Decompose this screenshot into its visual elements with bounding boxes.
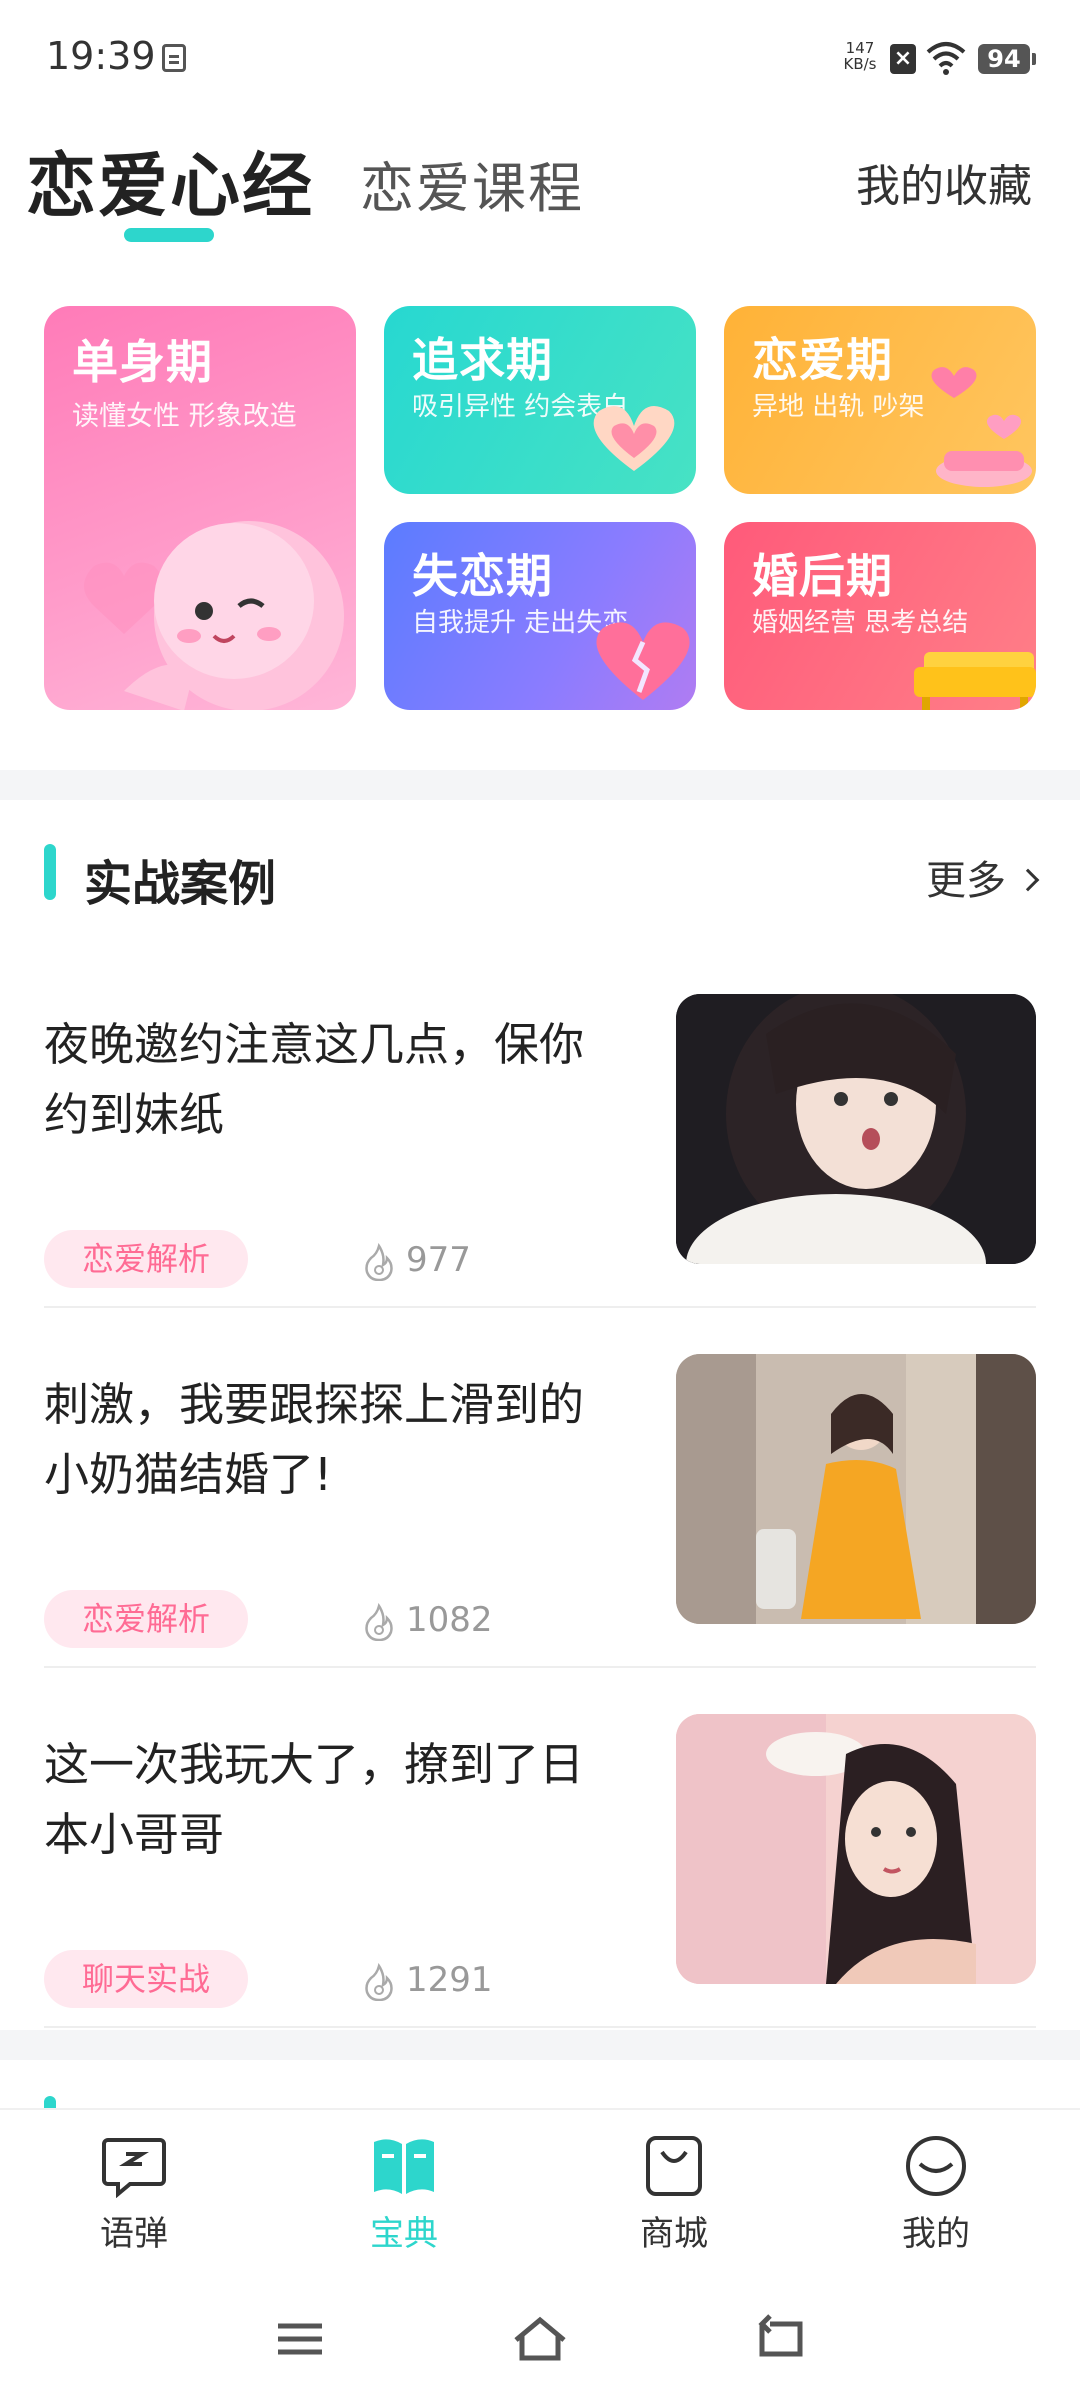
network-speed-unit: KB/s (843, 55, 877, 73)
article-item[interactable]: 夜晚邀约注意这几点，保你约到妹纸 恋爱解析 977 (44, 994, 1036, 1310)
article-separator (44, 1306, 1036, 1308)
battery-indicator: 94 (978, 44, 1036, 74)
article-thumbnail[interactable] (676, 1354, 1036, 1624)
nav-item-me[interactable]: 我的 (846, 2134, 1026, 2255)
section-divider (0, 2030, 1080, 2060)
stage-card-breakup[interactable]: 失恋期 自我提升 走出失恋 (384, 522, 696, 710)
article-tag[interactable]: 恋爱解析 (44, 1230, 249, 1288)
winking-mascot-icon (84, 521, 344, 710)
article-separator (44, 1666, 1036, 1668)
smiley-face-icon (906, 2136, 966, 2196)
article-title: 夜晚邀约注意这几点，保你约到妹纸 (44, 1018, 585, 1141)
header: 恋爱心经 恋爱课程 我的收藏 (0, 120, 1080, 250)
girl-portrait-image (676, 994, 1036, 1264)
stage-card-title: 追求期 (412, 333, 553, 387)
stage-card-subtitle: 异地 出轨 吵架 (752, 392, 925, 422)
article-views-count: 1082 (406, 1600, 493, 1640)
more-label: 更多 (926, 858, 1006, 904)
stage-card-single[interactable]: 单身期 读懂女性 形象改造 (44, 306, 356, 710)
nav-label: 我的 (902, 2214, 970, 2254)
stage-card-title: 失恋期 (412, 549, 553, 603)
chevron-right-icon (1016, 868, 1040, 892)
status-time: 19:39 (46, 34, 156, 78)
article-separator (44, 2026, 1036, 2028)
nav-label: 语弹 (100, 2214, 168, 2254)
tab-love-classics[interactable]: 恋爱心经 (26, 130, 314, 231)
heart-hands-icon (593, 406, 675, 471)
broken-heart-icon (596, 622, 690, 700)
article-tag[interactable]: 聊天实战 (44, 1950, 249, 2008)
girl-yellow-dress-image (676, 1354, 1036, 1624)
article-item[interactable]: 刺激，我要跟探探上滑到的小奶猫结婚了! 恋爱解析 1082 (44, 1354, 1036, 1670)
stage-card-title: 单身期 (72, 335, 213, 389)
article-views: 977 (362, 1234, 471, 1286)
article-thumbnail[interactable] (676, 1714, 1036, 1984)
section-accent-bar (44, 844, 56, 900)
article-views-count: 1291 (406, 1960, 493, 2000)
hearts-gift-icon (931, 367, 1032, 487)
network-speed-value: 147 (845, 39, 875, 57)
flame-icon (365, 1602, 393, 1641)
article-tag[interactable]: 恋爱解析 (44, 1590, 249, 1648)
article-thumbnail[interactable] (676, 994, 1036, 1264)
open-book-icon (374, 2139, 434, 2194)
stage-card-title: 婚后期 (752, 549, 893, 603)
chat-bubble-icon (102, 2138, 166, 2198)
bottom-nav: 语弹 宝典 商城 我的 (0, 2108, 1080, 2288)
nav-item-quips[interactable]: 语弹 (44, 2134, 224, 2255)
status-bar: 19:39 147 KB/s × 94 (0, 0, 1080, 110)
nav-item-classics[interactable]: 宝典 (314, 2134, 494, 2255)
flame-icon (365, 1962, 393, 2001)
nav-label: 商城 (640, 2214, 708, 2254)
back-icon[interactable] (750, 2314, 810, 2364)
nav-item-store[interactable]: 商城 (584, 2134, 764, 2255)
active-tab-indicator (124, 228, 214, 242)
article-item[interactable]: 这一次我玩大了，撩到了日本小哥哥 聊天实战 1291 (44, 1714, 1036, 2030)
menu-icon[interactable] (270, 2314, 330, 2364)
nav-label: 宝典 (370, 2214, 438, 2254)
more-link[interactable]: 更多 (926, 848, 1040, 906)
shopping-bag-icon (646, 2136, 702, 2196)
sofa-icon (914, 652, 1036, 710)
wifi-icon (926, 42, 966, 75)
tab-love-courses[interactable]: 恋爱课程 (360, 144, 584, 223)
stage-card-in-love[interactable]: 恋爱期 异地 出轨 吵架 (724, 306, 1036, 494)
article-views: 1291 (362, 1954, 493, 2006)
girl-pink-background-image (676, 1714, 1036, 1984)
system-nav-bar (0, 2290, 1080, 2400)
stage-card-married[interactable]: 婚后期 婚姻经营 思考总结 (724, 522, 1036, 710)
section-divider (0, 770, 1080, 800)
article-views: 1082 (362, 1594, 493, 1646)
document-notification-icon (162, 44, 186, 72)
no-sim-icon: × (890, 44, 916, 74)
article-title: 刺激，我要跟探探上滑到的小奶猫结婚了! (44, 1378, 585, 1501)
network-speed: 147 KB/s (838, 40, 882, 72)
home-icon[interactable] (510, 2314, 570, 2364)
article-title: 这一次我玩大了，撩到了日本小哥哥 (44, 1738, 585, 1861)
flame-icon (365, 1242, 393, 1281)
stage-card-title: 恋爱期 (752, 333, 893, 387)
section-title: 实战案例 (84, 856, 277, 912)
stage-card-pursuit[interactable]: 追求期 吸引异性 约会表白 (384, 306, 696, 494)
my-favorites-link[interactable]: 我的收藏 (856, 150, 1032, 214)
article-views-count: 977 (406, 1240, 471, 1280)
stage-card-subtitle: 读懂女性 形象改造 (72, 401, 297, 432)
